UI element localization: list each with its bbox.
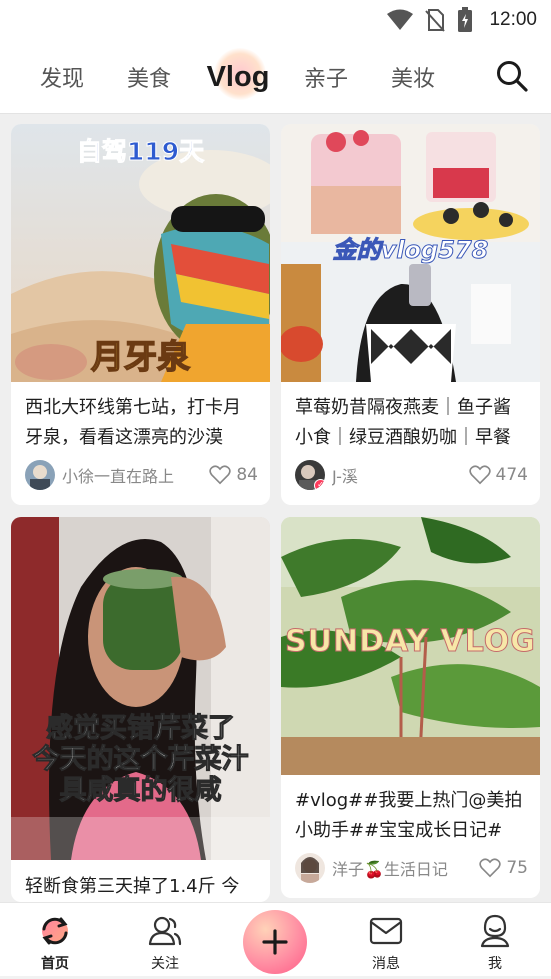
video-thumbnail[interactable]: 自驾119天 月牙泉 [11, 124, 270, 382]
card-title[interactable]: #vlog##我要上热门@美拍小助手##宝宝成长日记# [295, 786, 528, 846]
video-thumbnail[interactable]: SUNDAY VLOG [281, 517, 540, 775]
verified-badge: ✓ [314, 479, 325, 490]
thumbnail-caption-top: 自驾119天 [76, 137, 205, 167]
caption-line: 今天的这个芹菜汁 [32, 744, 249, 776]
like-count: 474 [495, 465, 528, 485]
thumbnail-caption-top: SUNDAY VLOG [285, 624, 536, 660]
author-name[interactable]: 洋子🍒生活日记 [332, 856, 479, 880]
video-thumbnail[interactable]: 感觉买错芹菜了 今天的这个芹菜汁 具咸真的很咸 [11, 517, 270, 860]
search-icon[interactable] [495, 59, 529, 93]
author-row: ✓ J-溪 474 [295, 459, 528, 491]
like-button[interactable]: 474 [468, 465, 528, 485]
follow-icon [148, 916, 182, 946]
plus-icon [262, 929, 288, 955]
heart-icon [479, 858, 502, 878]
author-row: 小徐一直在路上 84 [25, 459, 258, 491]
card-title[interactable]: 草莓奶昔隔夜燕麦｜鱼子酱小食｜绿豆酒酿奶咖｜早餐 [295, 393, 528, 453]
feed-card[interactable]: 金的vlog578 草莓奶昔隔夜燕麦｜鱼子酱小食｜绿豆酒酿奶咖｜早餐 ✓ J-溪… [281, 124, 540, 505]
tab-vlog[interactable]: Vlog [198, 40, 278, 114]
video-thumbnail[interactable]: 金的vlog578 [281, 124, 540, 382]
feed-card[interactable]: 感觉买错芹菜了 今天的这个芹菜汁 具咸真的很咸 轻断食第三天掉了1.4斤 今 [11, 517, 270, 902]
publish-button[interactable] [243, 910, 307, 974]
tab-parenting[interactable]: 亲子 [300, 40, 352, 114]
feed-card[interactable]: SUNDAY VLOG #vlog##我要上热门@美拍小助手##宝宝成长日记# … [281, 517, 540, 898]
tab-messages-label: 消息 [372, 956, 400, 972]
heart-icon [468, 465, 491, 485]
tab-home[interactable]: 首页 [15, 903, 95, 979]
tab-discover[interactable]: 发现 [36, 40, 88, 114]
feed-card[interactable]: 自驾119天 月牙泉 西北大环线第七站，打卡月牙泉，看看这漂亮的沙漠 小徐一直在… [11, 124, 270, 505]
thumbnail-caption-top: 金的vlog578 [332, 236, 489, 265]
tab-follow-label: 关注 [151, 956, 179, 972]
avatar[interactable] [25, 460, 55, 490]
battery-icon [458, 7, 473, 32]
like-button[interactable]: 75 [479, 858, 528, 878]
tab-beauty[interactable]: 美妆 [387, 40, 439, 114]
caption-line: 具咸真的很咸 [59, 775, 222, 807]
avatar[interactable]: ✓ [295, 460, 325, 490]
me-icon [480, 914, 510, 948]
card-title[interactable]: 轻断食第三天掉了1.4斤 今 [25, 872, 258, 902]
tab-me-label: 我 [488, 956, 502, 972]
status-time: 12:00 [489, 9, 537, 30]
tab-messages[interactable]: 消息 [346, 903, 426, 979]
status-bar: 12:00 [0, 0, 551, 40]
no-sim-icon [425, 9, 446, 32]
like-count: 75 [506, 858, 528, 878]
wifi-icon [387, 9, 414, 30]
avatar[interactable] [295, 853, 325, 883]
like-button[interactable]: 84 [209, 465, 258, 485]
card-title[interactable]: 西北大环线第七站，打卡月牙泉，看看这漂亮的沙漠 [25, 393, 258, 453]
tab-follow[interactable]: 关注 [125, 903, 205, 979]
bottom-tab-bar: 首页 关注 消息 我 [0, 902, 551, 979]
thumbnail-caption: 感觉买错芹菜了 今天的这个芹菜汁 具咸真的很咸 [11, 713, 270, 807]
heart-icon [209, 465, 232, 485]
author-name[interactable]: J-溪 [332, 463, 469, 487]
tab-food[interactable]: 美食 [123, 40, 175, 114]
tab-me[interactable]: 我 [455, 903, 535, 979]
author-row: 洋子🍒生活日记 75 [295, 852, 528, 884]
home-refresh-icon [42, 917, 68, 945]
like-count: 84 [236, 465, 258, 485]
category-tabs: 发现 美食 Vlog 亲子 美妆 [0, 40, 551, 114]
caption-line: 感觉买错芹菜了 [46, 713, 236, 745]
message-icon [369, 917, 403, 945]
author-name[interactable]: 小徐一直在路上 [62, 463, 209, 487]
thumbnail-caption-bottom: 月牙泉 [90, 336, 190, 376]
tab-home-label: 首页 [41, 956, 69, 972]
